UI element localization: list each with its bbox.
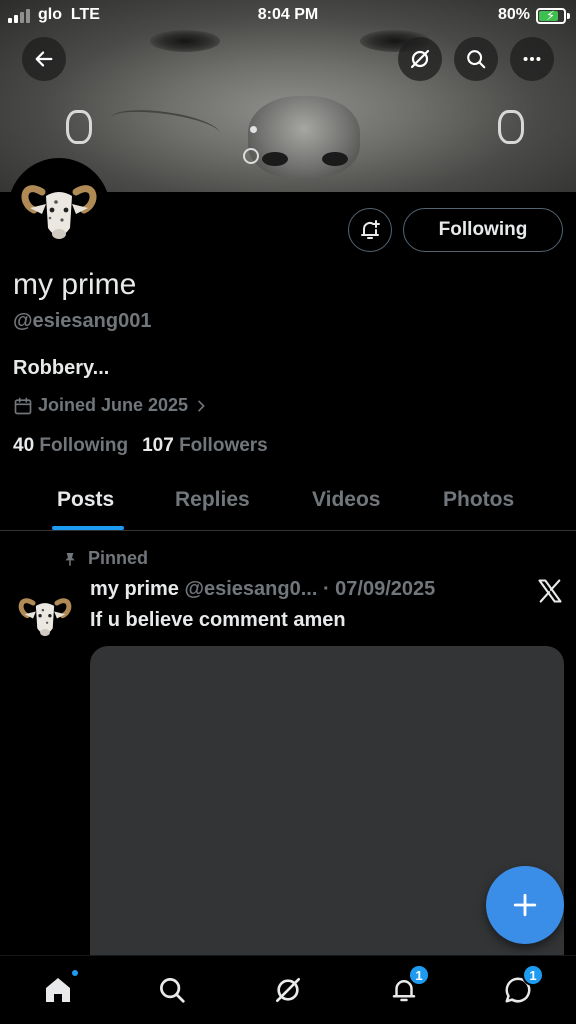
following-button[interactable]: Following [403,208,563,252]
battery-percent: 80% [497,6,530,23]
avatar[interactable] [8,158,110,260]
chevron-right-icon [198,400,205,411]
followers-stat[interactable]: 107 Followers [142,435,268,457]
notifications-badge: 1 [408,964,430,986]
x-logo-icon[interactable] [536,577,564,605]
tab-photos[interactable]: Photos [443,488,514,512]
nav-notifications[interactable]: 1 [384,964,430,1010]
nav-messages[interactable]: 1 [498,964,544,1010]
followers-count: 107 [142,435,174,456]
grok-icon [410,49,430,69]
follow-stats: 40 Following 107 Followers [13,435,268,457]
pinned-indicator: Pinned [62,548,148,569]
compose-button[interactable] [486,866,564,944]
goat-avatar-image [12,582,78,648]
nav-grok[interactable] [268,970,308,1010]
banner-photo-detail [66,110,92,144]
banner-photo-detail [322,152,348,166]
following-count: 40 [13,435,35,456]
user-handle: @esiesang001 [13,310,152,332]
arrow-left-icon [35,51,53,67]
grok-icon [276,978,300,1002]
more-button[interactable] [510,37,554,81]
joined-label: Joined June 2025 [38,395,189,415]
post-author-avatar[interactable] [12,582,78,648]
pin-icon [65,552,75,566]
joined-date[interactable]: Joined June 2025 [13,395,209,416]
post-author-handle[interactable]: @esiesang0... [185,578,318,600]
plus-icon [513,893,537,917]
home-icon [46,978,70,1002]
battery-icon: ⚡ [536,8,566,24]
display-name: my prime [13,268,137,301]
following-stat[interactable]: 40 Following [13,435,128,457]
search-icon [160,978,185,1003]
status-bar: glo LTE 8:04 PM 80% ⚡ [0,0,576,32]
goat-avatar-image [12,162,106,256]
banner-photo-detail [248,96,360,178]
grok-button[interactable] [398,37,442,81]
search-button[interactable] [454,37,498,81]
charging-bolt-icon: ⚡ [546,8,556,23]
notify-button[interactable] [348,208,392,252]
clock: 8:04 PM [257,6,319,23]
post-text: If u believe comment amen [90,609,346,631]
post-author-name[interactable]: my prime [90,578,179,600]
post-date[interactable]: · 07/09/2025 [323,578,435,600]
banner-photo-detail [498,110,524,144]
profile-bio: Robbery... [13,357,110,379]
bell-plus-icon [361,220,380,239]
banner-photo-detail [108,104,222,148]
bottom-navigation: 1 1 [0,955,576,1024]
battery-tip [567,13,570,19]
tab-posts[interactable]: Posts [57,488,114,512]
banner-photo-detail [243,148,259,164]
banner-photo-detail [250,126,257,133]
back-button[interactable] [22,37,66,81]
nav-home[interactable] [38,968,80,1010]
calendar-icon [14,397,32,414]
more-horizontal-icon [523,56,541,62]
post-header: my prime @esiesang0... · 07/09/2025 [90,578,435,601]
tab-videos[interactable]: Videos [312,488,380,512]
tab-replies[interactable]: Replies [175,488,250,512]
banner-photo-detail [262,152,288,166]
followers-label: Followers [179,435,268,456]
profile-tabs: Posts Replies Videos Photos [0,474,576,531]
search-icon [467,50,486,69]
active-tab-indicator [52,526,124,530]
pinned-label: Pinned [88,548,149,568]
messages-badge: 1 [522,964,544,986]
nav-search[interactable] [152,970,192,1010]
home-notification-dot [70,968,80,978]
following-label: Following [39,435,129,456]
banner-photo-detail [150,30,220,52]
